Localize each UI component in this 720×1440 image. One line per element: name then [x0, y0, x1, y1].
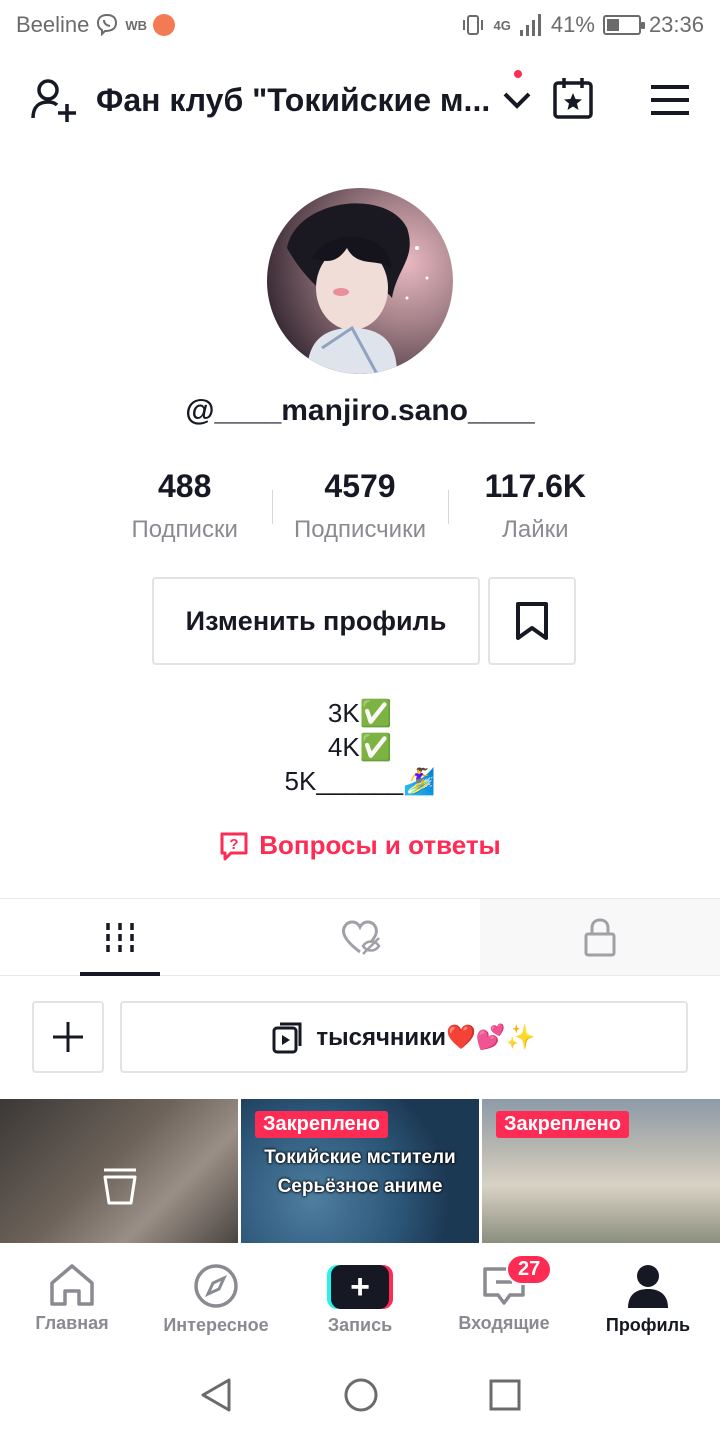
- grid-icon: [106, 923, 134, 952]
- nav-create[interactable]: + Запись: [288, 1243, 432, 1350]
- caption-line: Серьёзное аниме: [277, 1176, 443, 1197]
- bio: 3K✅ 4K✅ 5K______🏄‍♀️: [0, 696, 720, 798]
- vibrate-icon: [462, 15, 483, 35]
- wb-badge: WB: [125, 17, 148, 33]
- pinned-badge: Закреплено: [255, 1111, 388, 1138]
- inbox-badge: 27: [506, 1254, 553, 1285]
- calendar-icon: [553, 77, 593, 119]
- bio-line: 4K✅: [327, 732, 393, 762]
- playlist-icon: [272, 1022, 302, 1054]
- signal-icon: [519, 14, 541, 36]
- status-bar: Beeline WB 4G 41% 23:36: [0, 0, 720, 50]
- avatar-illustration: [287, 203, 429, 374]
- question-icon: ?: [220, 832, 248, 860]
- qa-label: Вопросы и ответы: [259, 830, 501, 860]
- plus-icon: [53, 1022, 83, 1052]
- bio-line: 5K______🏄‍♀️: [284, 766, 436, 796]
- playlist-label: тысячники❤️💕✨: [316, 1023, 536, 1051]
- nav-inbox[interactable]: Входящие: [432, 1243, 576, 1350]
- stat-value: 4579: [324, 468, 396, 504]
- nav-label: Входящие: [458, 1313, 550, 1333]
- system-nav: [0, 1350, 720, 1440]
- pinned-badge: Закреплено: [496, 1111, 629, 1138]
- video-caption: Токийские мстители Серьёзное аниме: [241, 1143, 479, 1201]
- tab-private[interactable]: [480, 899, 720, 975]
- bio-line: 3K✅: [327, 698, 393, 728]
- recents-icon[interactable]: [489, 1379, 521, 1411]
- video-grid: Закреплено Токийские мстители Серьёзное …: [0, 1099, 720, 1243]
- create-icon: +: [327, 1265, 393, 1309]
- chevron-down-icon[interactable]: [502, 90, 532, 110]
- nav-label: Интересное: [163, 1315, 269, 1335]
- edit-profile-button[interactable]: Изменить профиль: [152, 577, 480, 665]
- nav-label: Профиль: [605, 1315, 691, 1335]
- nav-label: Главная: [35, 1313, 109, 1333]
- video-thumbnail[interactable]: Закреплено: [482, 1099, 720, 1243]
- battery-percent: 41%: [550, 12, 595, 37]
- nav-label: Запись: [327, 1315, 393, 1335]
- nav-home[interactable]: Главная: [0, 1243, 144, 1350]
- video-thumbnail[interactable]: [0, 1099, 238, 1243]
- qa-link[interactable]: ? Вопросы и ответы: [0, 830, 720, 861]
- content-tabs: [0, 898, 720, 976]
- lock-icon: [584, 918, 616, 957]
- battery-icon: [602, 15, 645, 35]
- stat-following[interactable]: 488 Подписки: [97, 466, 272, 544]
- nav-profile[interactable]: Профиль: [576, 1243, 720, 1350]
- svg-text:?: ?: [230, 836, 239, 853]
- caption-line: Токийские мстители: [264, 1147, 456, 1168]
- stat-value: 488: [157, 468, 212, 504]
- add-playlist-button[interactable]: [32, 1001, 104, 1073]
- clock: 23:36: [648, 12, 704, 37]
- bottom-nav: Главная Интересное + Запись Входящие Про…: [0, 1243, 720, 1350]
- avatar[interactable]: [267, 188, 453, 374]
- stat-value: 117.6K: [484, 468, 587, 504]
- creator-calendar-button[interactable]: [514, 69, 594, 125]
- favorites-button[interactable]: [488, 577, 576, 665]
- hidden-heart-icon: [341, 920, 381, 955]
- add-user-icon[interactable]: [30, 76, 78, 124]
- video-thumbnail[interactable]: Закреплено Токийские мстители Серьёзное …: [241, 1099, 479, 1243]
- account-title[interactable]: Фан клуб "Токийские м...: [96, 82, 490, 119]
- menu-icon[interactable]: [650, 84, 690, 116]
- stat-likes[interactable]: 117.6K Лайки: [447, 466, 623, 544]
- network-type: 4G: [493, 17, 511, 33]
- stat-label: Подписчики: [293, 516, 426, 543]
- tab-videos[interactable]: [0, 899, 240, 976]
- stat-label: Лайки: [502, 516, 569, 543]
- profile-icon: [628, 1265, 668, 1308]
- profile-header: Фан клуб "Токийские м...: [0, 60, 720, 140]
- profile-stats: 488 Подписки 4579 Подписчики 117.6K Лайк…: [97, 466, 623, 544]
- back-icon[interactable]: [199, 1377, 233, 1413]
- viber-icon: [97, 13, 118, 37]
- bookmark-icon: [516, 602, 548, 640]
- stat-label: Подписки: [131, 516, 238, 543]
- playlist-button[interactable]: тысячники❤️💕✨: [120, 1001, 688, 1073]
- notification-dot: [514, 69, 522, 78]
- home-icon: [50, 1264, 94, 1306]
- trash-icon: [103, 1168, 137, 1205]
- tab-liked[interactable]: [240, 899, 480, 975]
- notification-app-icon: [153, 14, 176, 36]
- username: @____manjiro.sano____: [185, 394, 535, 427]
- compass-icon: [194, 1264, 238, 1308]
- nav-discover[interactable]: Интересное: [144, 1243, 288, 1350]
- carrier-label: Beeline: [16, 12, 90, 37]
- stat-followers[interactable]: 4579 Подписчики: [272, 466, 447, 544]
- home-circle-icon[interactable]: [343, 1377, 379, 1413]
